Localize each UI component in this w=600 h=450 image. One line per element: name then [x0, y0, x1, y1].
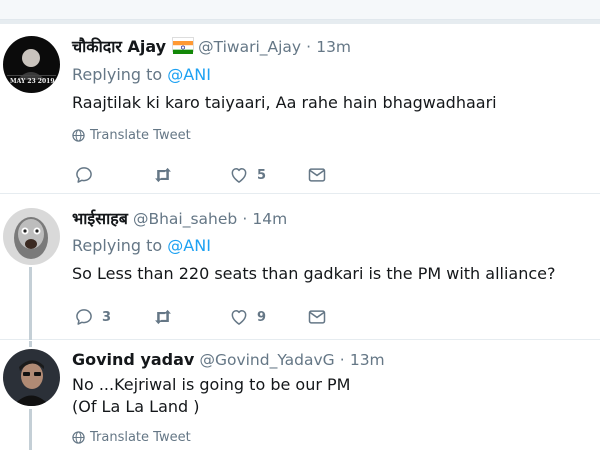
tweet-header: Govind yadav @Govind_YadavG · 13m [72, 349, 590, 371]
thread-line [29, 267, 32, 340]
translate-tweet-link[interactable]: Translate Tweet [72, 430, 590, 445]
tweet-text: No ...Kejriwal is going to be our PM (Of… [72, 374, 590, 418]
top-bar [0, 0, 600, 24]
envelope-icon [307, 165, 327, 185]
separator-dot: · [339, 351, 345, 369]
retweet-button[interactable] [152, 307, 230, 327]
tweet-3[interactable]: Govind yadav @Govind_YadavG · 13m No ...… [0, 341, 600, 450]
timestamp[interactable]: 14m [252, 210, 287, 228]
separator-dot: · [242, 210, 248, 228]
direct-message-button[interactable] [307, 165, 385, 185]
mention-link[interactable]: @ANI [167, 236, 211, 255]
reply-icon [74, 165, 94, 185]
tweet-text: Raajtilak ki karo taiyaari, Aa rahe hain… [72, 93, 497, 112]
user-handle[interactable]: @Govind_YadavG [199, 351, 334, 369]
envelope-icon [307, 307, 327, 327]
tweet-actions: 3 9 [74, 305, 384, 329]
tweet-actions: 5 [74, 163, 384, 187]
translate-label: Translate Tweet [90, 128, 191, 143]
like-count: 5 [257, 167, 267, 183]
thread-line [29, 409, 32, 450]
direct-message-button[interactable] [307, 307, 385, 327]
globe-icon [72, 129, 85, 142]
tweet-content: Govind yadav @Govind_YadavG · 13m No ...… [72, 349, 590, 445]
like-button[interactable]: 5 [229, 165, 307, 185]
timestamp[interactable]: 13m [316, 38, 351, 56]
tweet-2[interactable]: भाईसाहब @Bhai_saheb · 14m Replying to @A… [0, 195, 600, 340]
retweet-icon [152, 165, 174, 185]
tweet-text: So Less than 220 seats than gadkari is t… [72, 264, 556, 283]
top-bar-strip [0, 0, 600, 20]
tweet-1[interactable]: MAY 23 2019 चौकीदार Ajay @Tiwari_Ajay · 1… [0, 24, 600, 194]
mention-link[interactable]: @ANI [167, 65, 211, 84]
translate-label: Translate Tweet [90, 430, 191, 445]
tweet-content: चौकीदार Ajay @Tiwari_Ajay · 13m Replying … [72, 36, 590, 143]
user-handle[interactable]: @Bhai_saheb [133, 210, 237, 228]
tweet-text-line: No ...Kejriwal is going to be our PM [72, 375, 351, 394]
retweet-icon [152, 307, 174, 327]
thread-line [29, 341, 32, 347]
tweet-content: भाईसाहब @Bhai_saheb · 14m Replying to @A… [72, 208, 590, 285]
user-handle[interactable]: @Tiwari_Ajay [198, 38, 301, 56]
reply-icon [74, 307, 94, 327]
display-name[interactable]: भाईसाहब [72, 209, 128, 228]
globe-icon [72, 431, 85, 444]
tweet-header: चौकीदार Ajay @Tiwari_Ajay · 13m [72, 36, 590, 58]
replying-prefix: Replying to [72, 236, 163, 255]
like-button[interactable]: 9 [229, 307, 307, 327]
like-count: 9 [257, 309, 267, 325]
replying-to: Replying to @ANI [72, 235, 590, 257]
reply-button[interactable]: 3 [74, 307, 152, 327]
reply-button[interactable] [74, 165, 152, 185]
avatar[interactable]: MAY 23 2019 [3, 36, 60, 93]
display-name[interactable]: चौकीदार Ajay [72, 37, 166, 56]
heart-icon [229, 307, 249, 327]
heart-icon [229, 165, 249, 185]
avatar-caption: MAY 23 2019 [10, 78, 55, 85]
replying-prefix: Replying to [72, 65, 163, 84]
tweet-header: भाईसाहब @Bhai_saheb · 14m [72, 208, 590, 230]
separator-dot: · [306, 38, 312, 56]
avatar[interactable] [3, 349, 60, 406]
translate-tweet-link[interactable]: Translate Tweet [72, 128, 590, 143]
retweet-button[interactable] [152, 165, 230, 185]
avatar[interactable] [3, 208, 60, 265]
reply-count: 3 [102, 309, 112, 325]
timestamp[interactable]: 13m [350, 351, 385, 369]
replying-to: Replying to @ANI [72, 64, 590, 86]
india-flag-icon [172, 37, 195, 54]
display-name[interactable]: Govind yadav [72, 350, 194, 369]
tweet-text-line: (Of La La Land ) [72, 397, 200, 416]
